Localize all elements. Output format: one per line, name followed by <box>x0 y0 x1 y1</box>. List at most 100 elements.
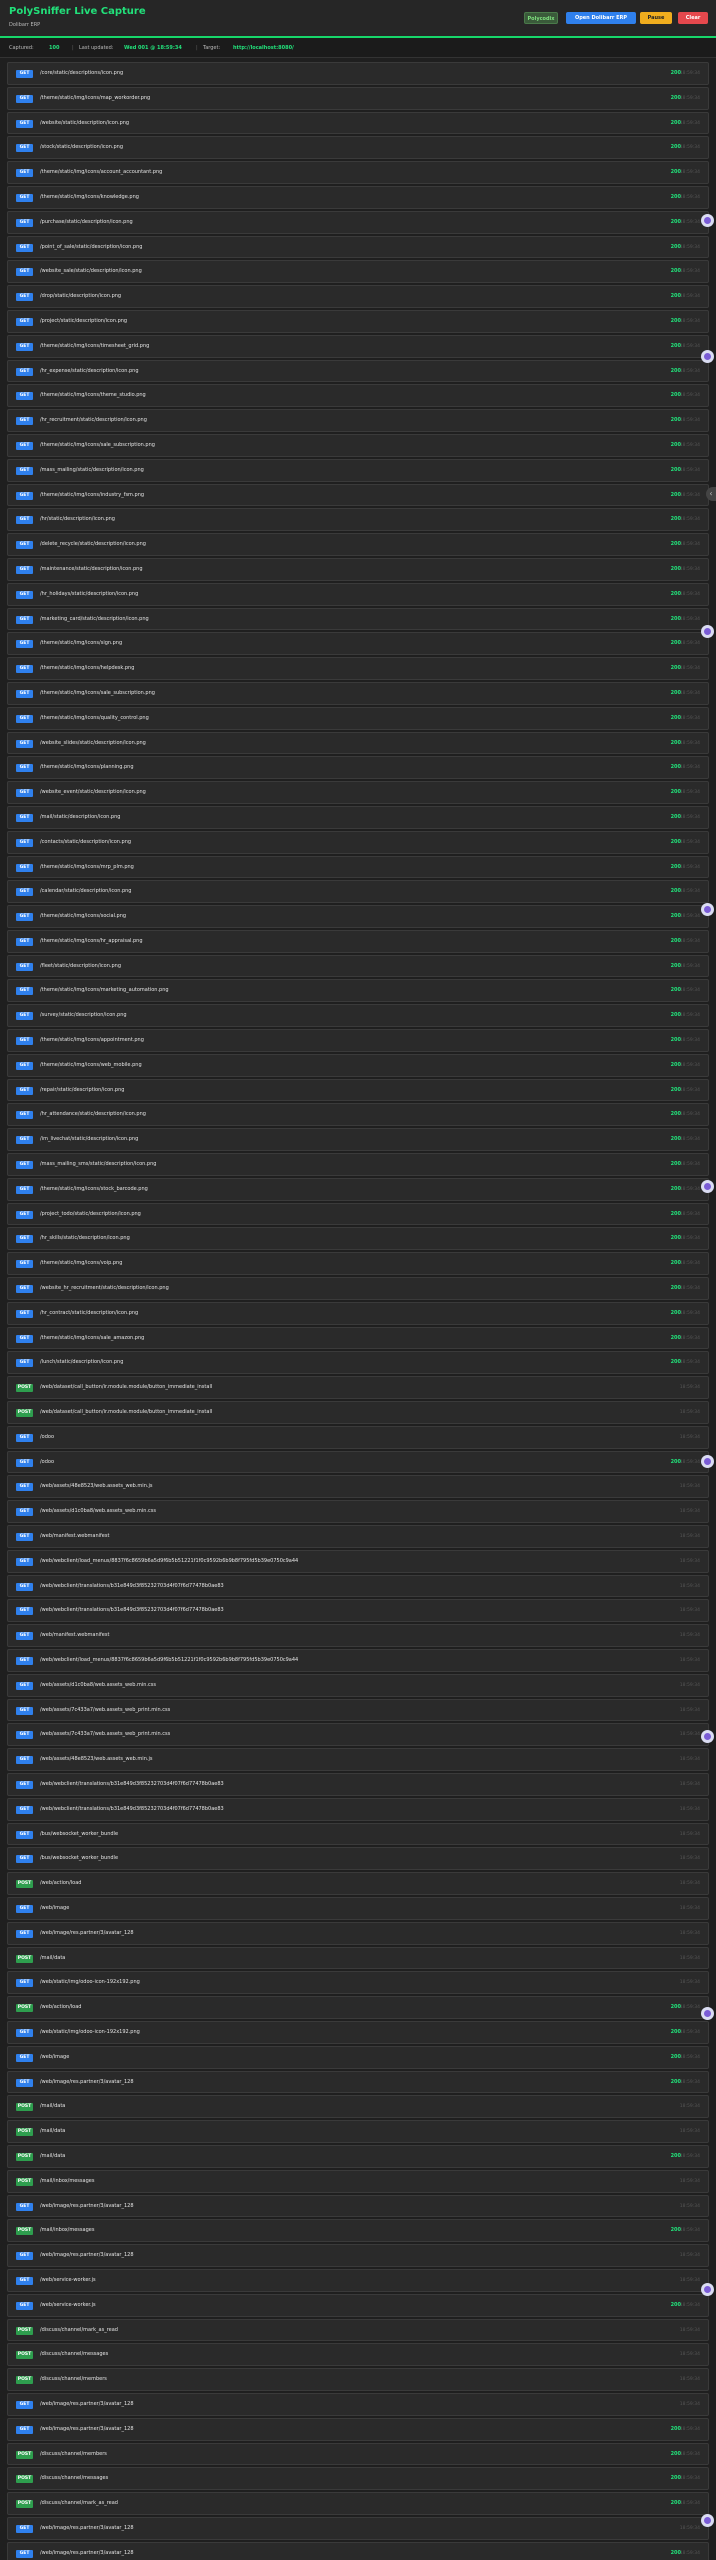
request-row[interactable]: GET/web/image/res.partner/3/avatar_128 20… <box>7 2417 709 2441</box>
request-row[interactable]: GET/hr_skills/static/description/icon.pn… <box>7 1227 709 1251</box>
request-row[interactable]: GET/mass_mailing_sms/static/description/… <box>7 1153 709 1176</box>
request-row[interactable]: GET/web/assets/d1c0ba8/web.assets_web.mi… <box>7 1673 709 1697</box>
request-row[interactable]: GET/web/image/res.partner/3/avatar_128 18… <box>7 1921 709 1945</box>
request-row[interactable]: POST/web/dataset/call_button/ir.module.m… <box>7 1376 709 1400</box>
request-row[interactable]: POST/mail/inbox/messages 18:59:34 <box>7 2169 709 2193</box>
request-row[interactable]: GET/web/static/img/odoo-icon-192x192.png… <box>7 2020 709 2044</box>
request-row[interactable]: GET/web/webclient/translations/b31e849d3… <box>7 1797 709 1821</box>
request-row[interactable]: GET/hr_holidays/static/description/icon.… <box>7 582 709 606</box>
request-row[interactable]: GET/website/static/description/icon.png 2… <box>7 111 709 135</box>
request-row[interactable]: GET/survey/static/description/icon.png 20… <box>7 1004 709 1028</box>
request-row[interactable]: GET/web/assets/48e8523/web.assets_web.mi… <box>7 1475 709 1499</box>
request-row[interactable]: GET/web/webclient/translations/b31e849d3… <box>7 1772 709 1796</box>
request-row[interactable]: GET/web/webclient/load_menus/8837f6c8659… <box>7 1549 709 1573</box>
request-row[interactable]: GET/mail/static/description/icon.png 200 1… <box>7 805 709 829</box>
request-row[interactable]: GET/point_of_sale/static/description/ico… <box>7 235 709 259</box>
request-row[interactable]: POST/mail/data 18:59:34 <box>7 1946 709 1970</box>
request-row[interactable]: GET/website_slides/static/description/ic… <box>7 731 709 755</box>
request-row[interactable]: GET/web/webclient/load_menus/8837f6c8659… <box>7 1649 709 1672</box>
request-row[interactable]: GET/theme/static/img/icons/quality_contr… <box>7 706 709 730</box>
request-row[interactable]: GET/theme/static/img/icons/map_workorder… <box>7 86 709 110</box>
request-row[interactable]: GET/web/service-worker.js 18:59:34 <box>7 2268 709 2292</box>
request-row[interactable]: GET/website_event/static/description/ico… <box>7 781 709 804</box>
request-row[interactable]: GET/theme/static/img/icons/timesheet_gri… <box>7 334 709 358</box>
request-row[interactable]: GET/web/image/res.partner/3/avatar_128 20… <box>7 2541 709 2560</box>
request-row[interactable]: GET/theme/static/img/icons/sale_subscrip… <box>7 433 709 457</box>
request-row[interactable]: GET/web/assets/7c433a7/web.assets_web_pr… <box>7 1723 709 1747</box>
chevron-left-icon[interactable]: ‹ <box>706 487 716 501</box>
assistant-icon[interactable] <box>701 625 714 638</box>
request-row[interactable]: GET/theme/static/img/icons/mrp_plm.png 20… <box>7 855 709 879</box>
assistant-icon[interactable] <box>701 1730 714 1743</box>
request-row[interactable]: GET/web/image 200 18:59:34 <box>7 2045 709 2069</box>
request-row[interactable]: GET/delete_recycle/static/description/ic… <box>7 533 709 556</box>
request-row[interactable]: GET/contacts/static/description/icon.png… <box>7 830 709 854</box>
request-row[interactable]: GET/project_todo/static/description/icon… <box>7 1202 709 1226</box>
request-row[interactable]: GET/calendar/static/description/icon.png… <box>7 880 709 904</box>
request-row[interactable]: GET/theme/static/img/icons/marketing_aut… <box>7 979 709 1003</box>
request-row[interactable]: GET/odoo 200 18:59:34 <box>7 1450 709 1474</box>
request-row[interactable]: POST/mail/data 200 18:59:34 <box>7 2144 709 2168</box>
request-row[interactable]: GET/theme/static/img/icons/account_accou… <box>7 161 709 184</box>
request-row[interactable]: POST/web/action/load 18:59:34 <box>7 1872 709 1895</box>
request-row[interactable]: GET/bus/websocket_worker_bundle 18:59:34 <box>7 1847 709 1871</box>
request-row[interactable]: GET/mass_mailing/static/description/icon… <box>7 458 709 482</box>
request-row[interactable]: GET/web/image/res.partner/3/avatar_128 18… <box>7 2244 709 2267</box>
request-row[interactable]: GET/core/static/descriptions/icon.png 200… <box>7 62 709 85</box>
request-row[interactable]: GET/im_livechat/static/description/icon.… <box>7 1128 709 1152</box>
request-row[interactable]: POST/mail/data 18:59:34 <box>7 2095 709 2119</box>
request-row[interactable]: GET/hr_expense/static/description/icon.p… <box>7 359 709 383</box>
request-row[interactable]: GET/bus/websocket_worker_bundle 18:59:34 <box>7 1822 709 1846</box>
request-row[interactable]: GET/hr/static/description/icon.png 200 18:… <box>7 508 709 532</box>
request-row[interactable]: GET/website_sale/static/description/icon… <box>7 260 709 284</box>
request-row[interactable]: GET/theme/static/img/icons/hr_appraisal.… <box>7 929 709 953</box>
request-row[interactable]: GET/theme/static/img/icons/voip.png 200 18… <box>7 1252 709 1276</box>
assistant-icon[interactable] <box>701 903 714 916</box>
request-row[interactable]: POST/web/action/load 200 18:59:34 <box>7 1996 709 2019</box>
request-row[interactable]: GET/web/webclient/translations/b31e849d3… <box>7 1574 709 1598</box>
request-row[interactable]: POST/mail/data 18:59:34 <box>7 2120 709 2143</box>
assistant-icon[interactable] <box>701 1180 714 1193</box>
request-row[interactable]: GET/maintenance/static/description/icon.… <box>7 557 709 581</box>
assistant-icon[interactable] <box>701 2514 714 2527</box>
request-row[interactable]: GET/drop/static/description/icon.png 200 1… <box>7 285 709 308</box>
request-row[interactable]: GET/web/webclient/translations/b31e849d3… <box>7 1599 709 1623</box>
request-row[interactable]: GET/theme/static/img/icons/social.png 200… <box>7 905 709 928</box>
request-row[interactable]: GET/web/image/res.partner/3/avatar_128 18… <box>7 2194 709 2218</box>
request-row[interactable]: GET/purchase/static/description/icon.png… <box>7 210 709 234</box>
request-row[interactable]: GET/hr_attendance/static/description/ico… <box>7 1103 709 1127</box>
request-row[interactable]: GET/theme/static/img/icons/planning.png 2… <box>7 756 709 780</box>
request-row[interactable]: GET/web/image/res.partner/3/avatar_128 18… <box>7 2392 709 2416</box>
request-row[interactable]: GET/web/service-worker.js 200 18:59:34 <box>7 2293 709 2317</box>
request-row[interactable]: GET/theme/static/img/icons/theme_studio.… <box>7 384 709 408</box>
request-row[interactable]: GET/fleet/static/description/icon.png 200… <box>7 954 709 978</box>
request-row[interactable]: GET/web/assets/48e8523/web.assets_web.mi… <box>7 1748 709 1771</box>
request-row[interactable]: GET/web/assets/7c433a7/web.assets_web_pr… <box>7 1698 709 1722</box>
request-row[interactable]: POST/discuss/channel/messages 18:59:34 <box>7 2343 709 2367</box>
request-row[interactable]: GET/web/assets/d1c0ba8/web.assets_web.mi… <box>7 1500 709 1524</box>
request-row[interactable]: GET/repair/static/description/icon.png 20… <box>7 1078 709 1102</box>
clear-button[interactable]: Clear <box>678 12 708 24</box>
request-row[interactable]: POST/web/dataset/call_button/ir.module.m… <box>7 1401 709 1424</box>
request-row[interactable]: GET/web/manifest.webmanifest 18:59:34 <box>7 1624 709 1647</box>
request-row[interactable]: POST/discuss/channel/members 200 18:59:34 <box>7 2442 709 2466</box>
request-row[interactable]: POST/discuss/channel/members 18:59:34 <box>7 2368 709 2391</box>
request-row[interactable]: GET/hr_recruitment/static/description/ic… <box>7 409 709 432</box>
request-row[interactable]: GET/web/image 18:59:34 <box>7 1896 709 1920</box>
open-dolibarr-button[interactable]: Open Dolibarr ERP <box>566 12 636 24</box>
assistant-icon[interactable] <box>701 2283 714 2296</box>
request-row[interactable]: GET/web/image/res.partner/3/avatar_128 18… <box>7 2516 709 2540</box>
request-row[interactable]: POST/discuss/channel/messages 200 18:59:34 <box>7 2467 709 2491</box>
request-row[interactable]: GET/theme/static/img/icons/web_mobile.pn… <box>7 1053 709 1077</box>
request-row[interactable]: GET/marketing_card/static/description/ic… <box>7 607 709 631</box>
pause-button[interactable]: Pause <box>640 12 672 24</box>
request-row[interactable]: POST/mail/inbox/messages 200 18:59:34 <box>7 2219 709 2243</box>
request-row[interactable]: GET/lunch/static/description/icon.png 200… <box>7 1351 709 1375</box>
request-row[interactable]: GET/theme/static/img/icons/appointment.p… <box>7 1029 709 1052</box>
request-row[interactable]: GET/web/image/res.partner/3/avatar_128 20… <box>7 2070 709 2094</box>
request-row[interactable]: GET/stock/static/description/icon.png 200… <box>7 136 709 160</box>
request-row[interactable]: GET/project/static/description/icon.png 2… <box>7 309 709 333</box>
assistant-icon[interactable] <box>701 2007 714 2020</box>
request-row[interactable]: GET/theme/static/img/icons/sign.png 200 18… <box>7 632 709 656</box>
assistant-icon[interactable] <box>701 350 714 363</box>
